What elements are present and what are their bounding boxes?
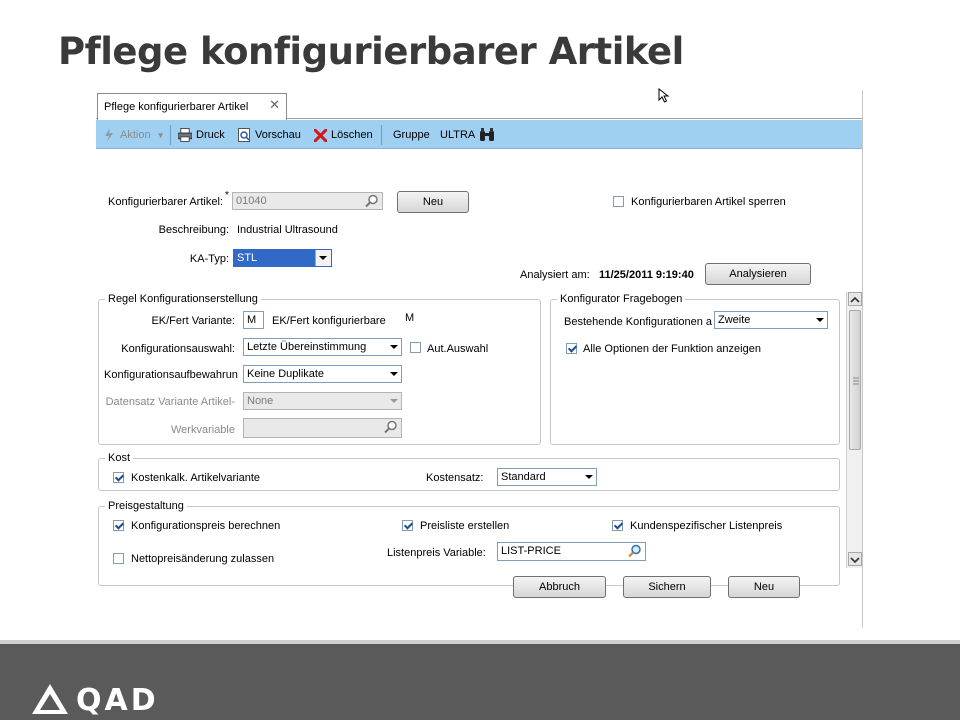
- mouse-cursor-icon: [658, 87, 670, 109]
- delete-button[interactable]: Löschen: [313, 127, 373, 143]
- printer-icon: [178, 128, 192, 142]
- dataset-variant-select[interactable]: None: [243, 392, 402, 410]
- lock-item-label: Konfigurierbaren Artikel sperren: [631, 196, 786, 208]
- preview-button[interactable]: Vorschau: [237, 127, 301, 143]
- new-button[interactable]: Neu: [728, 576, 800, 598]
- net-price-label: Nettopreisänderung zulassen: [131, 553, 275, 565]
- slide-title: Pflege konfigurierbarer Artikel: [58, 30, 684, 73]
- form-scrollbar[interactable]: [846, 292, 862, 568]
- chevron-down-icon: [816, 318, 824, 322]
- lock-item-checkbox[interactable]: [613, 196, 624, 207]
- chevron-down-icon: [390, 399, 398, 403]
- work-variable-input[interactable]: [243, 418, 402, 438]
- delete-x-icon: [313, 128, 327, 142]
- tab-label: Pflege konfigurierbarer Artikel: [104, 101, 249, 113]
- pricelist-label: Preisliste erstellen: [420, 520, 510, 532]
- search-icon[interactable]: [384, 420, 398, 434]
- group-label: Gruppe: [393, 129, 430, 141]
- auto-select-checkbox[interactable]: [410, 342, 421, 353]
- ka-type-label: KA-Typ:: [189, 253, 229, 265]
- toolbar: Aktion ▼ Druck Vorschau Löschen Gruppe U…: [96, 120, 862, 149]
- close-icon[interactable]: ✕: [269, 98, 280, 112]
- ek-variant-input[interactable]: M: [243, 311, 264, 329]
- ka-type-select[interactable]: STL: [233, 249, 332, 267]
- cost-group-title: Kost: [105, 452, 134, 464]
- chevron-down-icon: [390, 345, 398, 349]
- analyze-button[interactable]: Analysieren: [705, 263, 811, 285]
- list-price-var-input[interactable]: LIST-PRICE: [497, 542, 646, 561]
- existing-configs-label: Bestehende Konfigurationen a: [564, 316, 713, 328]
- customer-price-label: Kundenspezifischer Listenpreis: [630, 520, 783, 532]
- scroll-down-button[interactable]: [848, 552, 862, 566]
- brand-name: QAD: [76, 683, 159, 718]
- ek-configurable-value: M: [405, 312, 415, 324]
- search-icon[interactable]: [628, 544, 642, 558]
- pricing-group-title: Preisgestaltung: [105, 500, 187, 512]
- all-options-checkbox[interactable]: [566, 343, 577, 354]
- analyzed-label: Analysiert am:: [520, 269, 590, 281]
- required-mark: *: [225, 190, 229, 201]
- action-menu-button[interactable]: Aktion ▼: [102, 127, 165, 143]
- dataset-variant-label: Datensatz Variante Artikel-: [105, 396, 235, 408]
- config-price-checkbox[interactable]: [113, 520, 124, 531]
- binoculars-icon[interactable]: [479, 127, 495, 143]
- pricelist-checkbox[interactable]: [402, 520, 413, 531]
- existing-configs-select[interactable]: Zweite: [714, 311, 828, 329]
- rules-group-title: Regel Konfigurationserstellung: [105, 293, 261, 305]
- app-window: Pflege konfigurierbarer Artikel ✕ Aktion…: [96, 90, 863, 628]
- ek-configurable-label: EK/Fert konfigurierbare: [272, 315, 386, 327]
- lightning-icon: [102, 128, 116, 142]
- item-input[interactable]: 01040: [232, 192, 383, 210]
- search-icon[interactable]: [365, 194, 379, 208]
- toolbar-separator: [381, 125, 382, 145]
- description-value: Industrial Ultrasound: [237, 224, 338, 236]
- description-label: Beschreibung:: [158, 224, 229, 236]
- save-button[interactable]: Sichern: [623, 576, 711, 598]
- tab-item-maintenance[interactable]: Pflege konfigurierbarer Artikel ✕: [97, 93, 287, 120]
- item-label: Konfigurierbarer Artikel:: [108, 196, 223, 208]
- work-variable-label: Werkvariable: [171, 424, 235, 436]
- auto-select-label: Aut.Auswahl: [427, 343, 489, 355]
- cost-calc-label: Kostenkalk. Artikelvariante: [131, 472, 261, 484]
- all-options-label: Alle Optionen der Funktion anzeigen: [583, 343, 761, 355]
- preview-icon: [237, 128, 251, 142]
- ek-variant-label: EK/Fert Variante:: [151, 315, 235, 327]
- print-button[interactable]: Druck: [178, 127, 225, 143]
- toolbar-separator: [170, 125, 171, 145]
- config-storage-select[interactable]: Keine Duplikate: [243, 365, 402, 383]
- analyzed-value: 11/25/2011 9:19:40: [599, 269, 694, 281]
- cost-set-select[interactable]: Standard: [497, 468, 597, 486]
- cost-set-label: Kostensatz:: [426, 472, 484, 484]
- scroll-thumb[interactable]: [849, 310, 861, 450]
- tab-bar: Pflege konfigurierbarer Artikel ✕: [96, 90, 862, 120]
- questionnaire-group-title: Konfigurator Fragebogen: [557, 293, 686, 305]
- config-storage-label: Konfigurationsaufbewahrun: [104, 369, 238, 381]
- customer-price-checkbox[interactable]: [612, 520, 623, 531]
- net-price-checkbox[interactable]: [113, 553, 124, 564]
- config-selection-label: Konfigurationsauswahl:: [121, 343, 235, 355]
- new-item-button[interactable]: Neu: [397, 191, 469, 213]
- group-value: ULTRA: [440, 129, 476, 141]
- config-selection-select[interactable]: Letzte Übereinstimmung: [243, 338, 402, 356]
- scroll-up-button[interactable]: [848, 292, 862, 306]
- cancel-button[interactable]: Abbruch: [513, 576, 606, 598]
- chevron-down-icon: [390, 372, 398, 376]
- pricing-group: Preisgestaltung: [98, 500, 840, 586]
- config-price-label: Konfigurationspreis berechnen: [131, 520, 281, 532]
- chevron-down-icon: [585, 475, 593, 479]
- chevron-down-icon: [319, 256, 327, 260]
- qad-logo-icon: [30, 682, 70, 720]
- chevron-down-icon: ▼: [156, 130, 165, 140]
- list-price-var-label: Listenpreis Variable:: [387, 547, 486, 559]
- cost-calc-checkbox[interactable]: [113, 472, 124, 483]
